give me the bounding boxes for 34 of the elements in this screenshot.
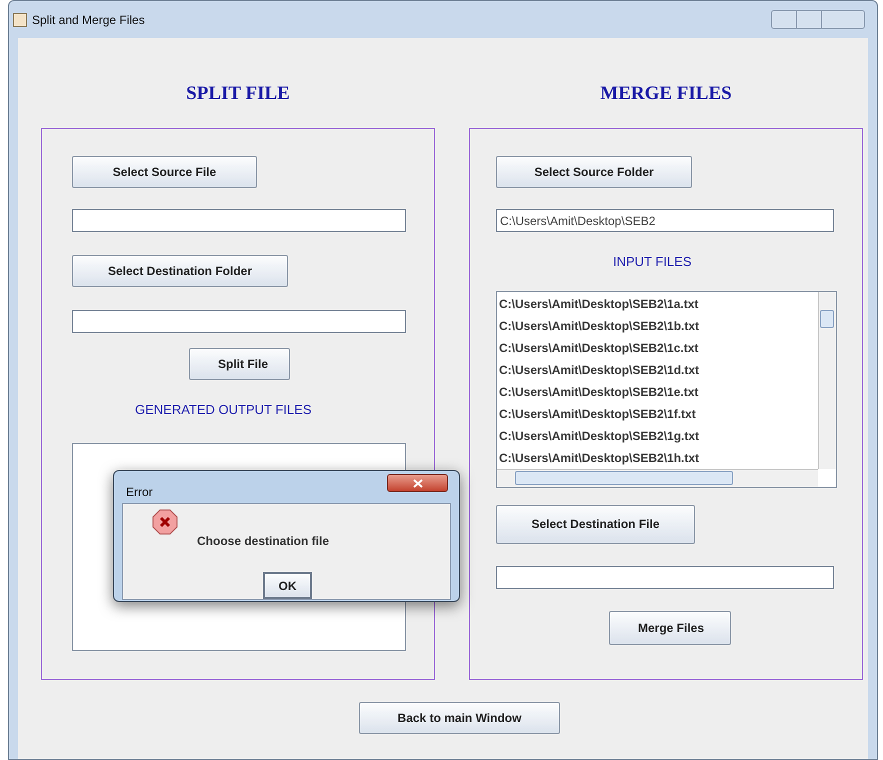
- select-source-file-button[interactable]: Select Source File: [72, 156, 257, 188]
- section-heading: MERGE FILES: [600, 82, 732, 106]
- split-file-button[interactable]: Split File: [189, 348, 290, 380]
- destination-folder-field[interactable]: [72, 310, 406, 333]
- error-message: Choose destination file: [197, 533, 330, 550]
- close-icon: [412, 478, 422, 488]
- file-list-item[interactable]: C:\Users\Amit\Desktop\SEB2\1f.txt: [497, 402, 818, 424]
- file-list-item[interactable]: C:\Users\Amit\Desktop\SEB2\1b.txt: [497, 314, 818, 336]
- output-files-label: GENERATED OUTPUT FILES: [135, 401, 312, 419]
- select-destination-file-button[interactable]: Select Destination File: [496, 504, 695, 544]
- vertical-scrollbar[interactable]: [818, 292, 836, 468]
- source-folder-field[interactable]: C:\Users\Amit\Desktop\SEB2: [496, 209, 834, 232]
- input-files-label: INPUT FILES: [613, 253, 692, 271]
- dialog-title: Error: [126, 484, 153, 501]
- merge-files-button[interactable]: Merge Files: [609, 610, 731, 644]
- file-list-item[interactable]: C:\Users\Amit\Desktop\SEB2\1h.txt: [497, 446, 818, 468]
- file-list-item[interactable]: C:\Users\Amit\Desktop\SEB2\1d.txt: [497, 358, 818, 380]
- select-destination-folder-button[interactable]: Select Destination Folder: [72, 255, 288, 287]
- file-list-item[interactable]: C:\Users\Amit\Desktop\SEB2\1c.txt: [497, 336, 818, 358]
- error-icon: [152, 509, 178, 535]
- file-list-item[interactable]: C:\Users\Amit\Desktop\SEB2\1a.txt: [497, 292, 818, 314]
- file-list-item[interactable]: C:\Users\Amit\Desktop\SEB2\1g.txt: [497, 424, 818, 446]
- section-heading: SPLIT FILE: [186, 82, 290, 106]
- source-file-field[interactable]: [72, 209, 406, 232]
- horizontal-scrollbar[interactable]: [497, 468, 818, 486]
- window-title: Split and Merge Files: [32, 12, 145, 28]
- file-list-item[interactable]: C:\Users\Amit\Desktop\SEB2\1e.txt: [497, 380, 818, 402]
- back-to-main-window-button[interactable]: Back to main Window: [359, 702, 560, 734]
- destination-file-field[interactable]: [496, 566, 834, 588]
- select-source-folder-button[interactable]: Select Source Folder: [496, 156, 692, 188]
- ok-button[interactable]: OK: [263, 572, 312, 599]
- minimize-button[interactable]: [771, 10, 797, 29]
- maximize-button[interactable]: [797, 10, 821, 29]
- close-button[interactable]: [387, 474, 448, 492]
